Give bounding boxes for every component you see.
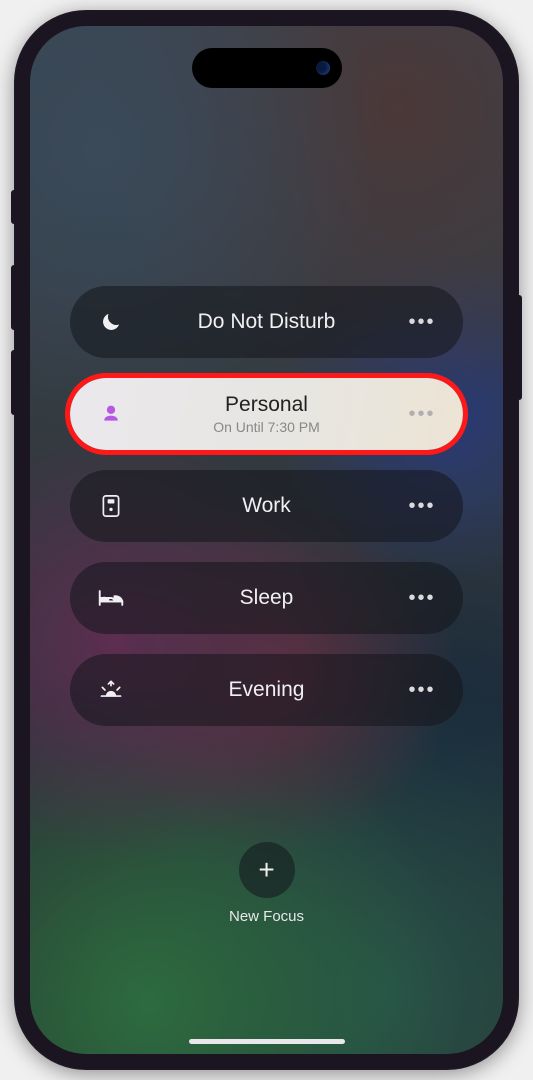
focus-list: Do Not Disturb ••• Personal On Until 7:3… bbox=[30, 26, 503, 1054]
focus-label: Personal bbox=[225, 392, 308, 417]
focus-evening[interactable]: Evening ••• bbox=[70, 654, 463, 726]
new-focus-button[interactable]: + bbox=[239, 842, 295, 898]
more-icon[interactable]: ••• bbox=[407, 311, 437, 334]
focus-label-wrap: Sleep bbox=[126, 585, 407, 610]
home-indicator[interactable] bbox=[189, 1039, 345, 1044]
side-button bbox=[11, 190, 17, 224]
person-icon bbox=[96, 404, 126, 424]
more-icon[interactable]: ••• bbox=[407, 403, 437, 426]
focus-label-wrap: Evening bbox=[126, 677, 407, 702]
focus-label-wrap: Do Not Disturb bbox=[126, 309, 407, 334]
focus-label: Do Not Disturb bbox=[198, 309, 336, 334]
focus-label: Sleep bbox=[240, 585, 294, 610]
new-focus-label: New Focus bbox=[229, 908, 304, 925]
focus-do-not-disturb[interactable]: Do Not Disturb ••• bbox=[70, 286, 463, 358]
focus-subtitle: On Until 7:30 PM bbox=[213, 419, 320, 436]
more-icon[interactable]: ••• bbox=[407, 495, 437, 518]
volume-down-button bbox=[11, 350, 17, 415]
power-button bbox=[516, 295, 522, 400]
focus-sleep[interactable]: Sleep ••• bbox=[70, 562, 463, 634]
focus-label-wrap: Work bbox=[126, 493, 407, 518]
focus-label: Evening bbox=[229, 677, 305, 702]
badge-icon bbox=[96, 495, 126, 517]
sunset-icon bbox=[96, 680, 126, 700]
focus-personal[interactable]: Personal On Until 7:30 PM ••• bbox=[70, 378, 463, 450]
more-icon[interactable]: ••• bbox=[407, 587, 437, 610]
bed-icon bbox=[96, 589, 126, 607]
focus-label-wrap: Personal On Until 7:30 PM bbox=[126, 392, 407, 436]
volume-up-button bbox=[11, 265, 17, 330]
focus-work[interactable]: Work ••• bbox=[70, 470, 463, 542]
plus-icon: + bbox=[258, 854, 274, 886]
new-focus: + New Focus bbox=[229, 842, 304, 925]
moon-icon bbox=[96, 311, 126, 333]
more-icon[interactable]: ••• bbox=[407, 679, 437, 702]
screen: Do Not Disturb ••• Personal On Until 7:3… bbox=[30, 26, 503, 1054]
phone-frame: Do Not Disturb ••• Personal On Until 7:3… bbox=[14, 10, 519, 1070]
focus-label: Work bbox=[242, 493, 291, 518]
